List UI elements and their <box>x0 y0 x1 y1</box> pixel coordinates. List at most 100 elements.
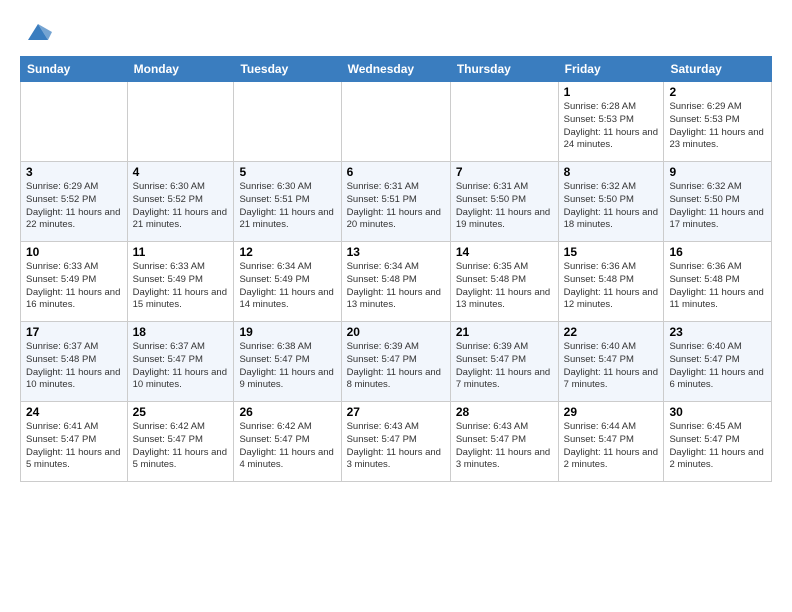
calendar-cell: 20 Sunrise: 6:39 AM Sunset: 5:47 PM Dayli… <box>341 322 450 402</box>
day-info: Sunrise: 6:36 AM Sunset: 5:48 PM Dayligh… <box>564 261 659 312</box>
day-info: Sunrise: 6:40 AM Sunset: 5:47 PM Dayligh… <box>669 341 766 392</box>
day-number: 8 <box>564 165 659 179</box>
day-info: Sunrise: 6:39 AM Sunset: 5:47 PM Dayligh… <box>456 341 553 392</box>
day-number: 7 <box>456 165 553 179</box>
calendar-cell: 13 Sunrise: 6:34 AM Sunset: 5:48 PM Dayli… <box>341 242 450 322</box>
weekday-header: Tuesday <box>234 57 341 82</box>
day-number: 1 <box>564 85 659 99</box>
calendar-cell: 22 Sunrise: 6:40 AM Sunset: 5:47 PM Dayli… <box>558 322 664 402</box>
calendar-cell: 1Sunrise: 6:28 AM Sunset: 5:53 PM Daylig… <box>558 82 664 162</box>
day-info: Sunrise: 6:33 AM Sunset: 5:49 PM Dayligh… <box>133 261 229 312</box>
calendar-cell: 29 Sunrise: 6:44 AM Sunset: 5:47 PM Dayli… <box>558 402 664 482</box>
day-info: Sunrise: 6:31 AM Sunset: 5:51 PM Dayligh… <box>347 181 445 232</box>
weekday-header: Friday <box>558 57 664 82</box>
day-info: Sunrise: 6:37 AM Sunset: 5:48 PM Dayligh… <box>26 341 122 392</box>
day-info: Sunrise: 6:39 AM Sunset: 5:47 PM Dayligh… <box>347 341 445 392</box>
day-info: Sunrise: 6:45 AM Sunset: 5:47 PM Dayligh… <box>669 421 766 472</box>
calendar-cell: 11 Sunrise: 6:33 AM Sunset: 5:49 PM Dayli… <box>127 242 234 322</box>
day-info: Sunrise: 6:43 AM Sunset: 5:47 PM Dayligh… <box>456 421 553 472</box>
calendar-cell: 30 Sunrise: 6:45 AM Sunset: 5:47 PM Dayli… <box>664 402 772 482</box>
day-info: Sunrise: 6:35 AM Sunset: 5:48 PM Dayligh… <box>456 261 553 312</box>
day-number: 19 <box>239 325 335 339</box>
day-number: 3 <box>26 165 122 179</box>
day-number: 29 <box>564 405 659 419</box>
calendar-cell: 3 Sunrise: 6:29 AM Sunset: 5:52 PM Daylig… <box>21 162 128 242</box>
day-number: 12 <box>239 245 335 259</box>
day-info: Sunrise: 6:32 AM Sunset: 5:50 PM Dayligh… <box>564 181 659 232</box>
day-number: 13 <box>347 245 445 259</box>
calendar-cell: 19 Sunrise: 6:38 AM Sunset: 5:47 PM Dayli… <box>234 322 341 402</box>
day-number: 17 <box>26 325 122 339</box>
weekday-header: Wednesday <box>341 57 450 82</box>
calendar-cell: 24 Sunrise: 6:41 AM Sunset: 5:47 PM Dayli… <box>21 402 128 482</box>
day-info: Sunrise: 6:36 AM Sunset: 5:48 PM Dayligh… <box>669 261 766 312</box>
day-info: Sunrise: 6:37 AM Sunset: 5:47 PM Dayligh… <box>133 341 229 392</box>
day-info: Sunrise: 6:44 AM Sunset: 5:47 PM Dayligh… <box>564 421 659 472</box>
calendar-week-row: 17 Sunrise: 6:37 AM Sunset: 5:48 PM Dayli… <box>21 322 772 402</box>
day-number: 30 <box>669 405 766 419</box>
calendar-cell: 26 Sunrise: 6:42 AM Sunset: 5:47 PM Dayli… <box>234 402 341 482</box>
day-info: Sunrise: 6:30 AM Sunset: 5:52 PM Dayligh… <box>133 181 229 232</box>
weekday-header: Monday <box>127 57 234 82</box>
header <box>20 18 772 46</box>
calendar-cell: 23 Sunrise: 6:40 AM Sunset: 5:47 PM Dayli… <box>664 322 772 402</box>
day-number: 23 <box>669 325 766 339</box>
day-number: 28 <box>456 405 553 419</box>
day-info: Sunrise: 6:32 AM Sunset: 5:50 PM Dayligh… <box>669 181 766 232</box>
calendar-cell: 8 Sunrise: 6:32 AM Sunset: 5:50 PM Daylig… <box>558 162 664 242</box>
calendar-cell: 28 Sunrise: 6:43 AM Sunset: 5:47 PM Dayli… <box>450 402 558 482</box>
calendar-week-row: 10 Sunrise: 6:33 AM Sunset: 5:49 PM Dayli… <box>21 242 772 322</box>
calendar-cell: 18Sunrise: 6:37 AM Sunset: 5:47 PM Dayli… <box>127 322 234 402</box>
calendar-cell: 9 Sunrise: 6:32 AM Sunset: 5:50 PM Daylig… <box>664 162 772 242</box>
day-number: 22 <box>564 325 659 339</box>
day-number: 26 <box>239 405 335 419</box>
calendar-cell: 17 Sunrise: 6:37 AM Sunset: 5:48 PM Dayli… <box>21 322 128 402</box>
day-info: Sunrise: 6:43 AM Sunset: 5:47 PM Dayligh… <box>347 421 445 472</box>
calendar: SundayMondayTuesdayWednesdayThursdayFrid… <box>20 56 772 482</box>
calendar-cell: 5Sunrise: 6:30 AM Sunset: 5:51 PM Daylig… <box>234 162 341 242</box>
calendar-week-row: 3 Sunrise: 6:29 AM Sunset: 5:52 PM Daylig… <box>21 162 772 242</box>
calendar-cell <box>450 82 558 162</box>
day-info: Sunrise: 6:34 AM Sunset: 5:48 PM Dayligh… <box>347 261 445 312</box>
day-number: 11 <box>133 245 229 259</box>
calendar-cell: 4 Sunrise: 6:30 AM Sunset: 5:52 PM Daylig… <box>127 162 234 242</box>
day-info: Sunrise: 6:38 AM Sunset: 5:47 PM Dayligh… <box>239 341 335 392</box>
calendar-cell: 16 Sunrise: 6:36 AM Sunset: 5:48 PM Dayli… <box>664 242 772 322</box>
weekday-header: Sunday <box>21 57 128 82</box>
calendar-cell <box>21 82 128 162</box>
day-number: 20 <box>347 325 445 339</box>
day-info: Sunrise: 6:34 AM Sunset: 5:49 PM Dayligh… <box>239 261 335 312</box>
day-number: 4 <box>133 165 229 179</box>
calendar-cell: 7Sunrise: 6:31 AM Sunset: 5:50 PM Daylig… <box>450 162 558 242</box>
calendar-cell <box>234 82 341 162</box>
calendar-cell: 21 Sunrise: 6:39 AM Sunset: 5:47 PM Dayli… <box>450 322 558 402</box>
day-info: Sunrise: 6:29 AM Sunset: 5:53 PM Dayligh… <box>669 101 766 152</box>
day-number: 24 <box>26 405 122 419</box>
calendar-cell: 15 Sunrise: 6:36 AM Sunset: 5:48 PM Dayli… <box>558 242 664 322</box>
weekday-header: Saturday <box>664 57 772 82</box>
day-number: 10 <box>26 245 122 259</box>
calendar-cell: 2Sunrise: 6:29 AM Sunset: 5:53 PM Daylig… <box>664 82 772 162</box>
day-info: Sunrise: 6:42 AM Sunset: 5:47 PM Dayligh… <box>133 421 229 472</box>
day-number: 25 <box>133 405 229 419</box>
calendar-week-row: 24 Sunrise: 6:41 AM Sunset: 5:47 PM Dayli… <box>21 402 772 482</box>
calendar-cell: 27 Sunrise: 6:43 AM Sunset: 5:47 PM Dayli… <box>341 402 450 482</box>
day-number: 27 <box>347 405 445 419</box>
weekday-header: Thursday <box>450 57 558 82</box>
day-info: Sunrise: 6:29 AM Sunset: 5:52 PM Dayligh… <box>26 181 122 232</box>
calendar-cell: 6 Sunrise: 6:31 AM Sunset: 5:51 PM Daylig… <box>341 162 450 242</box>
page: SundayMondayTuesdayWednesdayThursdayFrid… <box>0 0 792 492</box>
day-number: 9 <box>669 165 766 179</box>
day-number: 6 <box>347 165 445 179</box>
day-number: 15 <box>564 245 659 259</box>
day-number: 14 <box>456 245 553 259</box>
day-info: Sunrise: 6:41 AM Sunset: 5:47 PM Dayligh… <box>26 421 122 472</box>
weekday-header-row: SundayMondayTuesdayWednesdayThursdayFrid… <box>21 57 772 82</box>
day-info: Sunrise: 6:40 AM Sunset: 5:47 PM Dayligh… <box>564 341 659 392</box>
day-number: 21 <box>456 325 553 339</box>
calendar-cell: 14 Sunrise: 6:35 AM Sunset: 5:48 PM Dayli… <box>450 242 558 322</box>
calendar-cell: 25 Sunrise: 6:42 AM Sunset: 5:47 PM Dayli… <box>127 402 234 482</box>
day-info: Sunrise: 6:42 AM Sunset: 5:47 PM Dayligh… <box>239 421 335 472</box>
day-number: 16 <box>669 245 766 259</box>
calendar-cell <box>341 82 450 162</box>
